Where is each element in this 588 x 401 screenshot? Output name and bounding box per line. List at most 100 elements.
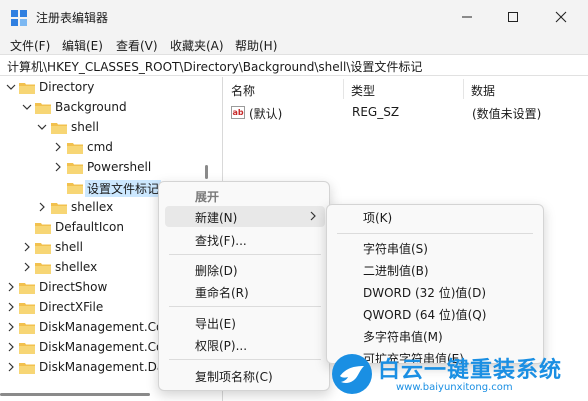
folder-icon — [19, 283, 35, 294]
chevron-right-icon[interactable] — [37, 202, 47, 212]
tree-item[interactable]: Powershell — [0, 158, 220, 178]
folder-icon — [19, 363, 35, 374]
folder-icon — [51, 203, 67, 214]
folder-icon — [67, 143, 83, 154]
folder-icon — [19, 303, 35, 314]
folder-icon — [19, 343, 35, 354]
minimize-button[interactable] — [444, 0, 490, 34]
chevron-down-icon[interactable] — [37, 122, 47, 132]
value-type: REG_SZ — [352, 105, 400, 119]
tree-item-label: shell — [71, 120, 99, 134]
address-path: 计算机\HKEY_CLASSES_ROOT\Directory\Backgrou… — [7, 60, 423, 74]
menu-edit[interactable]: 编辑(E) — [62, 37, 103, 54]
tree-item-label: DefaultIcon — [55, 220, 124, 234]
chevron-right-icon[interactable] — [6, 342, 16, 352]
menu-item-find[interactable]: 查找(F)... — [165, 229, 325, 250]
chevron-right-icon[interactable] — [6, 302, 16, 312]
folder-icon — [67, 183, 83, 194]
menu-item-new[interactable]: 新建(N) — [165, 206, 325, 227]
column-divider[interactable] — [343, 79, 344, 99]
site-watermark: 白云一键重装系统 www.baiyunxitong.com — [332, 352, 582, 398]
chevron-right-icon[interactable] — [53, 162, 63, 172]
chevron-right-icon[interactable] — [22, 242, 32, 252]
menu-help[interactable]: 帮助(H) — [235, 37, 277, 54]
menu-item-copy-key-name[interactable]: 复制项名称(C) — [165, 365, 325, 386]
menu-item-export[interactable]: 导出(E) — [165, 312, 325, 333]
tree-item[interactable]: cmd — [0, 138, 220, 158]
chevron-right-icon[interactable] — [6, 282, 16, 292]
value-name: (默认) — [249, 107, 283, 121]
tree-item-label: DirectXFile — [39, 300, 104, 314]
maximize-button[interactable] — [490, 0, 536, 34]
tree-horizontal-scrollbar[interactable] — [0, 392, 150, 397]
tree-item-label: shellex — [71, 200, 114, 214]
tree-item-label: DirectShow — [39, 280, 108, 294]
new-submenu: 项(K) 字符串值(S) 二进制值(B) DWORD (32 位)值(D) QW… — [326, 204, 544, 364]
tree-item-label: shellex — [55, 260, 98, 274]
submenu-item-label: DWORD (32 位)值(D) — [363, 286, 486, 300]
menu-item-label: 复制项名称(C) — [195, 370, 273, 384]
chevron-down-icon[interactable] — [22, 102, 32, 112]
tree-item[interactable]: Background — [0, 98, 220, 118]
tree-scrollbar-thumb[interactable] — [205, 165, 208, 179]
tree-item-label: Directory — [39, 80, 95, 94]
menu-item-label: 展开 — [195, 190, 220, 204]
address-bar[interactable]: 计算机\HKEY_CLASSES_ROOT\Directory\Backgrou… — [0, 54, 588, 76]
folder-open-icon — [19, 83, 35, 94]
list-header: 名称 类型 数据 — [223, 77, 588, 101]
tree-item[interactable]: shell — [0, 118, 220, 138]
tree-item-label: Background — [55, 100, 127, 114]
window-title: 注册表编辑器 — [36, 11, 109, 25]
submenu-item-label: 多字符串值(M) — [363, 330, 443, 344]
tree-item-label: 设置文件标记 — [85, 180, 162, 197]
submenu-item-key[interactable]: 项(K) — [333, 206, 539, 227]
column-data-header[interactable]: 数据 — [471, 82, 495, 99]
submenu-item-label: 项(K) — [363, 211, 393, 225]
chevron-right-icon[interactable] — [22, 262, 32, 272]
chevron-down-icon[interactable] — [6, 82, 16, 92]
folder-open-icon — [35, 103, 51, 114]
folder-icon — [35, 263, 51, 274]
column-name-header[interactable]: 名称 — [231, 82, 255, 99]
submenu-item-string-value[interactable]: 字符串值(S) — [333, 237, 539, 258]
menu-item-label: 权限(P)... — [195, 339, 248, 353]
bird-logo-icon — [332, 354, 372, 394]
submenu-item-multi-string-value[interactable]: 多字符串值(M) — [333, 325, 539, 346]
tree-item-label: shell — [55, 240, 83, 254]
context-menu: 展开 新建(N) 查找(F)... 删除(D) 重命名(R) 导出(E) 权限(… — [158, 181, 330, 391]
menu-file[interactable]: 文件(F) — [10, 37, 50, 54]
menu-item-label: 查找(F)... — [195, 234, 247, 248]
close-icon — [555, 11, 567, 23]
folder-icon — [35, 223, 51, 234]
menu-item-delete[interactable]: 删除(D) — [165, 259, 325, 280]
list-item[interactable]: ab (默认) REG_SZ (数值未设置) — [223, 103, 588, 123]
tree-item-label: Powershell — [87, 160, 152, 174]
chevron-right-icon[interactable] — [6, 362, 16, 372]
close-button[interactable] — [538, 0, 584, 34]
chevron-right-icon[interactable] — [53, 142, 63, 152]
submenu-item-dword-value[interactable]: DWORD (32 位)值(D) — [333, 281, 539, 302]
submenu-item-qword-value[interactable]: QWORD (64 位)值(Q) — [333, 303, 539, 324]
submenu-item-binary-value[interactable]: 二进制值(B) — [333, 259, 539, 280]
tree-item-label: DiskManagement.Co — [39, 320, 164, 334]
menu-separator — [169, 254, 321, 255]
title-bar: 注册表编辑器 — [0, 0, 588, 34]
menu-item-label: 新建(N) — [195, 211, 238, 225]
menu-item-label: 导出(E) — [195, 317, 236, 331]
menu-separator — [169, 359, 321, 360]
chevron-right-icon[interactable] — [6, 322, 16, 332]
submenu-item-label: 字符串值(S) — [363, 242, 428, 256]
column-divider[interactable] — [463, 79, 464, 99]
menu-item-rename[interactable]: 重命名(R) — [165, 281, 325, 302]
menu-item-permissions[interactable]: 权限(P)... — [165, 334, 325, 355]
folder-icon — [67, 163, 83, 174]
menu-separator — [337, 233, 533, 234]
column-type-header[interactable]: 类型 — [351, 82, 375, 99]
value-data: (数值未设置) — [472, 107, 542, 121]
submenu-item-label: QWORD (64 位)值(Q) — [363, 308, 487, 322]
menu-view[interactable]: 查看(V) — [116, 37, 158, 54]
minimize-icon — [462, 16, 472, 18]
folder-open-icon — [51, 123, 67, 134]
menu-favorites[interactable]: 收藏夹(A) — [170, 37, 224, 54]
tree-item[interactable]: Directory — [0, 78, 220, 98]
